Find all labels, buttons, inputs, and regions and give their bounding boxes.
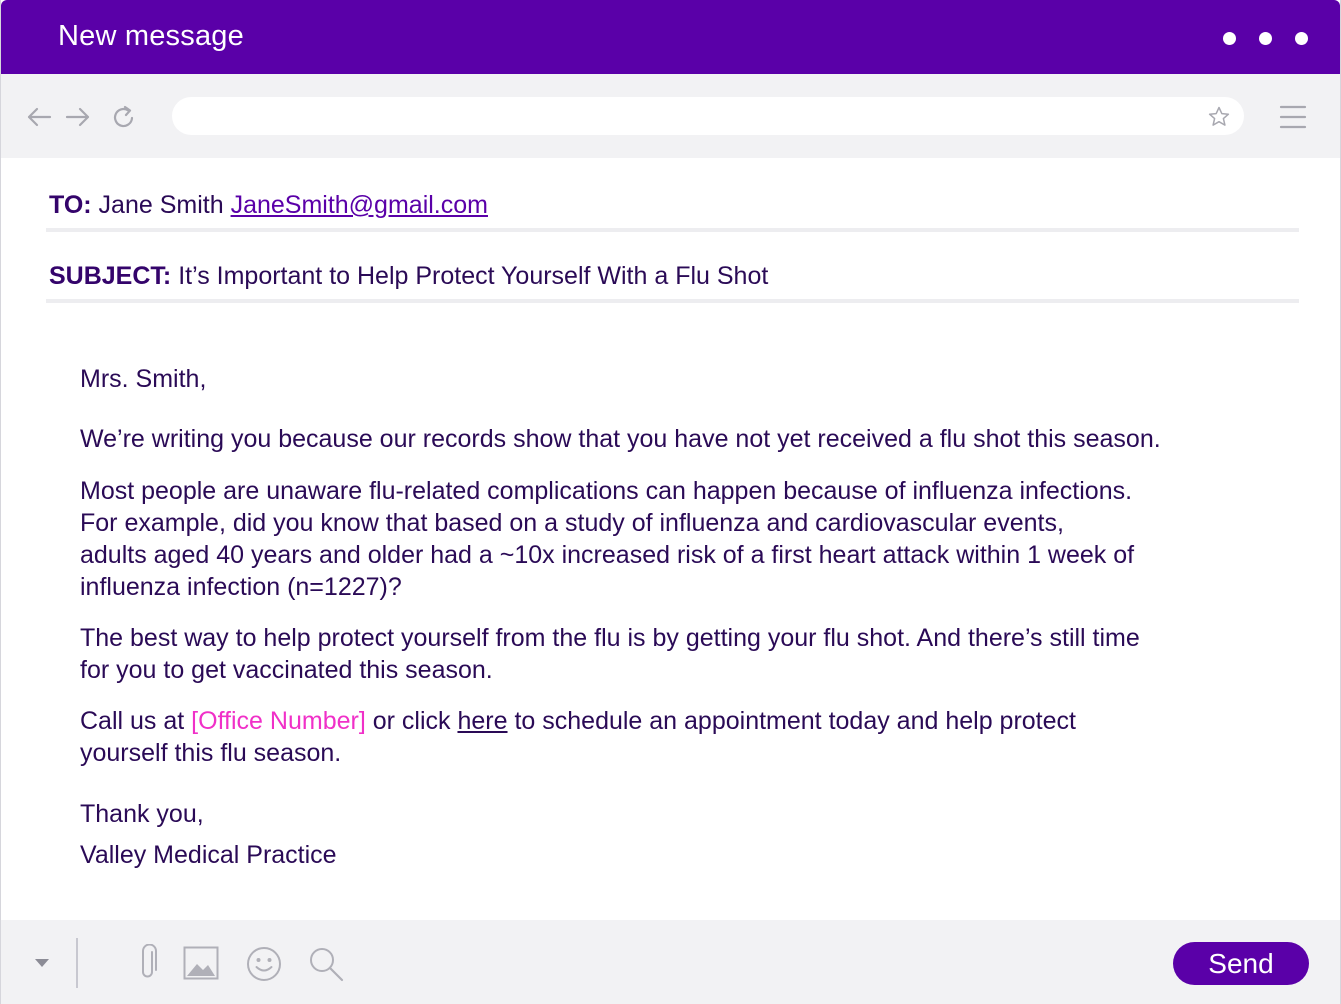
subject-row: SUBJECT: It’s Important to Help Protect … — [49, 262, 768, 291]
paragraph-4-line: yourself this flu season. — [80, 739, 342, 767]
paragraph-1: We’re writing you because our records sh… — [80, 423, 1260, 455]
paragraph-3: The best way to help protect yourself fr… — [80, 622, 1260, 686]
schedule-here-link[interactable]: here — [457, 707, 507, 735]
signature: Valley Medical Practice — [80, 839, 1260, 871]
dropdown-caret-icon[interactable] — [33, 956, 51, 970]
more-options-button[interactable] — [1223, 32, 1308, 45]
to-label: TO: — [49, 191, 92, 219]
emoji-icon[interactable] — [246, 946, 282, 982]
menu-icon[interactable] — [1279, 104, 1307, 130]
send-button[interactable]: Send — [1173, 942, 1309, 985]
more-dot-icon — [1223, 32, 1236, 45]
to-field[interactable]: TO: Jane Smith JaneSmith@gmail.com — [46, 162, 1299, 232]
paperclip-icon[interactable] — [136, 944, 160, 982]
window-title: New message — [58, 20, 244, 52]
closing-text: Thank you, — [80, 800, 204, 828]
paragraph-2: Most people are unaware flu-related comp… — [80, 475, 1260, 603]
address-bar-input[interactable] — [172, 97, 1244, 135]
compose-window: New message TO: Jane Smith JaneSmith@gma… — [0, 0, 1341, 1004]
recipient-name: Jane Smith — [98, 191, 224, 219]
browser-toolbar — [1, 74, 1340, 158]
title-bar: New message — [1, 0, 1340, 74]
footer-divider — [76, 938, 78, 988]
paragraph-3-line: The best way to help protect yourself fr… — [80, 624, 1140, 652]
search-icon[interactable] — [308, 946, 344, 982]
signature-text: Valley Medical Practice — [80, 841, 337, 869]
closing: Thank you, — [80, 798, 1260, 830]
paragraph-4: Call us at [Office Number] or click here… — [80, 705, 1260, 769]
forward-arrow-icon[interactable] — [63, 102, 93, 132]
reload-icon[interactable] — [109, 102, 139, 132]
subject-label: SUBJECT: — [49, 262, 172, 290]
paragraph-2-line: influenza infection (n=1227)? — [80, 573, 402, 601]
compose-footer: Send — [1, 920, 1340, 1004]
paragraph-2-line: For example, did you know that based on … — [80, 509, 1064, 537]
paragraph-3-line: for you to get vaccinated this season. — [80, 656, 493, 684]
paragraph-4-line: Call us at [Office Number] or click here… — [80, 705, 1260, 737]
to-row: TO: Jane Smith JaneSmith@gmail.com — [49, 191, 488, 220]
recipient-email-link[interactable]: JaneSmith@gmail.com — [231, 191, 488, 219]
paragraph-1-text: We’re writing you because our records sh… — [80, 425, 1161, 453]
back-arrow-icon[interactable] — [24, 102, 54, 132]
subject-text: It’s Important to Help Protect Yourself … — [178, 262, 769, 290]
more-dot-icon — [1259, 32, 1272, 45]
star-icon[interactable] — [1207, 105, 1231, 129]
more-dot-icon — [1295, 32, 1308, 45]
paragraph-2-line: Most people are unaware flu-related comp… — [80, 477, 1133, 505]
greeting-text: Mrs. Smith, — [80, 365, 207, 393]
image-icon[interactable] — [183, 946, 219, 980]
office-number-placeholder: [Office Number] — [191, 707, 366, 735]
paragraph-2-line: adults aged 40 years and older had a ~10… — [80, 541, 1135, 569]
greeting: Mrs. Smith, — [80, 363, 1260, 395]
or-click-text: or click — [365, 707, 458, 735]
subject-field[interactable]: SUBJECT: It’s Important to Help Protect … — [46, 233, 1299, 303]
schedule-text: to schedule an appointment today and hel… — [507, 707, 1076, 735]
call-us-text: Call us at — [80, 707, 192, 735]
